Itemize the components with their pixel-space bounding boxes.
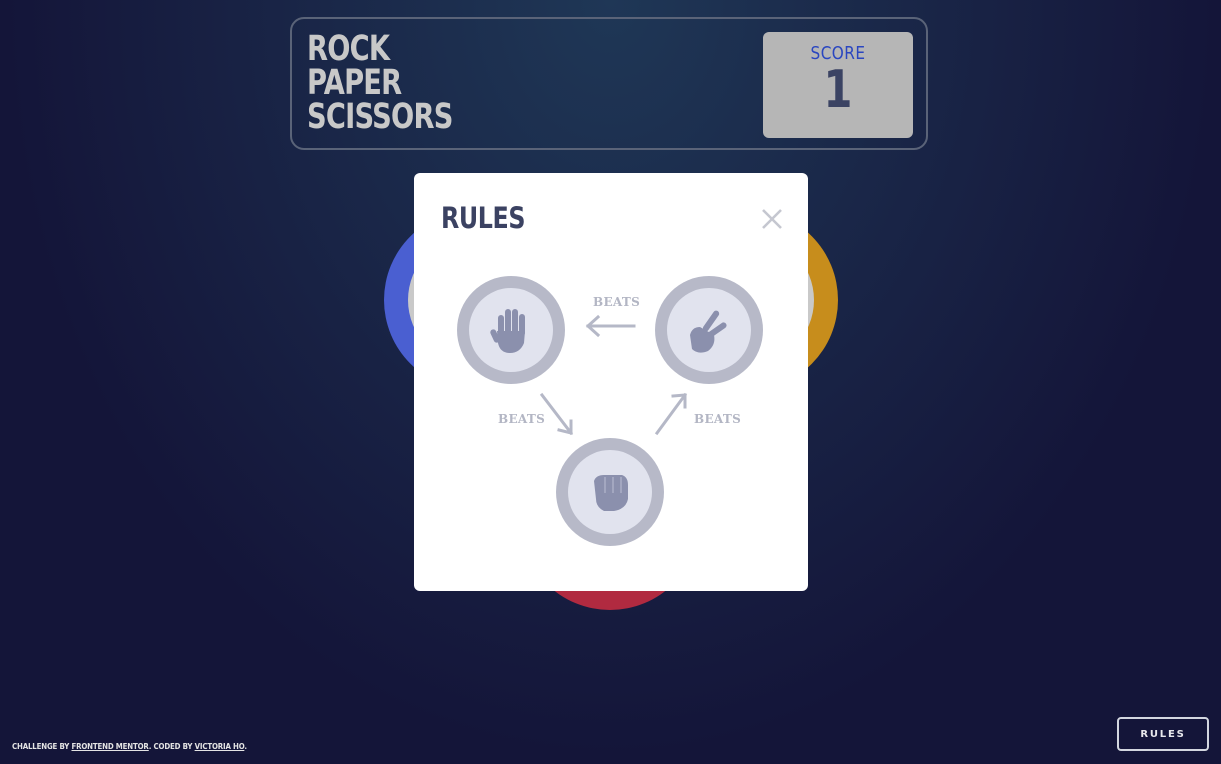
attribution: CHALLENGE BY FRONTEND MENTOR. CODED BY V…	[12, 742, 247, 751]
beats-label-right: BEATS	[694, 412, 742, 426]
rules-modal: RULES BEATS BEATS BEATS	[414, 173, 808, 591]
score-box: SCORE 1	[763, 32, 913, 138]
beats-label-left: BEATS	[498, 412, 546, 426]
attribution-suffix: .	[244, 742, 247, 751]
game-title: ROCK PAPER SCISSORS	[307, 29, 453, 137]
rules-diagram	[457, 276, 763, 546]
rules-button[interactable]: RULES	[1117, 717, 1209, 751]
title-line-paper: PAPER	[307, 63, 402, 103]
title-line-rock: ROCK	[307, 29, 390, 69]
title-line-scissors: SCISSORS	[307, 97, 453, 137]
hand-rock-icon	[594, 475, 628, 511]
rules-rock-token	[556, 438, 664, 546]
rules-scissors-token	[655, 276, 763, 384]
attribution-prefix: CHALLENGE BY	[12, 742, 72, 751]
game-header: ROCK PAPER SCISSORS SCORE 1	[290, 17, 928, 150]
beats-label-top: BEATS	[593, 295, 641, 309]
attribution-middle: . CODED BY	[148, 742, 195, 751]
rules-paper-token	[457, 276, 565, 384]
score-value: 1	[823, 60, 853, 120]
author-link[interactable]: VICTORIA HO	[195, 742, 245, 751]
frontend-mentor-link[interactable]: FRONTEND MENTOR	[71, 742, 148, 751]
